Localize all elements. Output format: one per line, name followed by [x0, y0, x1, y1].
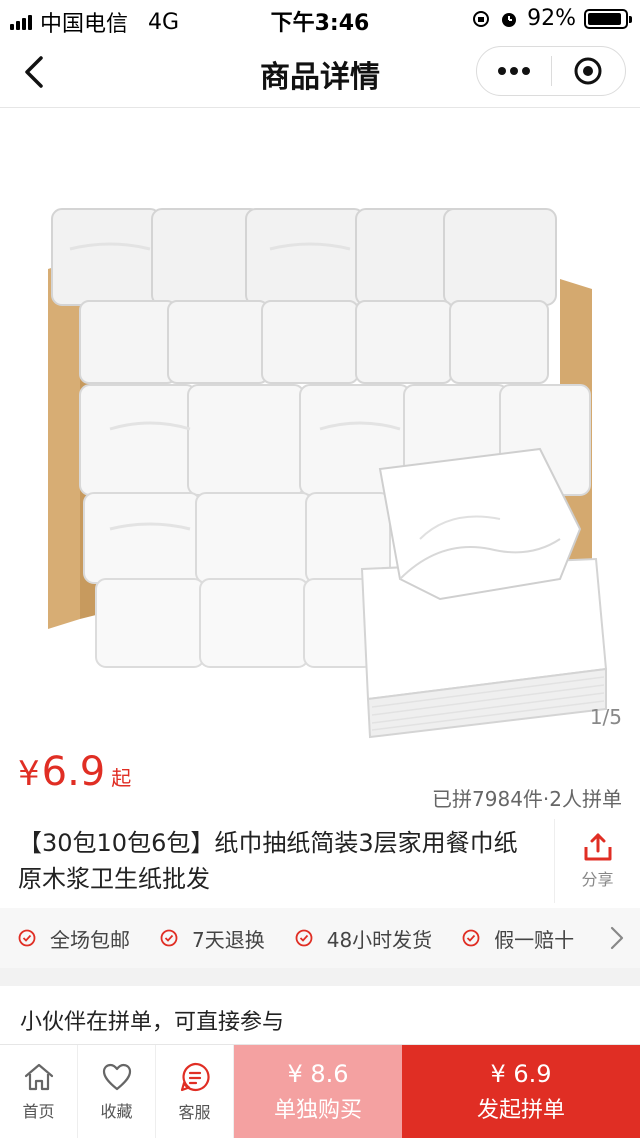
buy-alone-label: 单独购买 — [273, 1098, 362, 1123]
service-guarantees[interactable]: 全场包邮 7天退换 48小时发货 假一赔十 — [0, 908, 640, 968]
buy-alone-button[interactable]: ¥ 8.6 单独购买 — [234, 1045, 402, 1138]
bottom-action-bar: 首页 收藏 客服 ¥ 8.6 单独购买 ¥ 6.9 发起拼单 — [0, 1044, 640, 1138]
more-icon — [497, 67, 530, 75]
tab-customer-service-label: 客服 — [178, 1103, 211, 1122]
battery-percent: 92% — [527, 6, 576, 31]
section-divider — [0, 968, 640, 986]
image-page-indicator: 1/5 — [589, 705, 622, 729]
tab-customer-service[interactable]: 客服 — [156, 1045, 234, 1138]
guarantee-item: 假一赔十 — [462, 924, 574, 953]
start-group-buy-button[interactable]: ¥ 6.9 发起拼单 — [402, 1045, 640, 1138]
sold-count: 已拼7984件·2人拼单 — [432, 787, 622, 811]
check-circle-icon — [160, 929, 178, 947]
price-row: ¥ 6.9 起 已拼7984件·2人拼单 — [0, 741, 640, 815]
heart-icon — [102, 1063, 131, 1091]
chat-icon — [180, 1062, 210, 1092]
share-label: 分享 — [581, 870, 614, 889]
product-image — [48, 208, 608, 739]
buy-alone-price: ¥ 8.6 — [287, 1060, 349, 1088]
title-row: 【30包10包6包】纸巾抽纸简装3层家用餐巾纸原木浆卫生纸批发 分享 — [0, 815, 640, 905]
guarantee-label: 假一赔十 — [494, 927, 575, 952]
tab-favorite-label: 收藏 — [100, 1102, 133, 1121]
price-currency: ¥ — [18, 754, 40, 794]
tab-home-label: 首页 — [22, 1102, 55, 1121]
guarantee-label: 7天退换 — [192, 927, 265, 952]
mini-program-capsule — [476, 46, 626, 96]
check-circle-icon — [18, 929, 36, 947]
share-icon — [584, 833, 611, 861]
share-button[interactable]: 分享 — [554, 819, 640, 903]
group-buy-price: ¥ 6.9 — [490, 1060, 552, 1088]
check-circle-icon — [462, 929, 480, 947]
guarantee-item: 全场包邮 — [18, 924, 130, 953]
tab-home[interactable]: 首页 — [0, 1045, 78, 1138]
price-suffix: 起 — [111, 766, 132, 790]
guarantee-item: 7天退换 — [160, 924, 265, 953]
close-target-icon — [574, 57, 602, 85]
group-buy-section[interactable]: 小伙伴在拼单，可直接参与 — [0, 986, 640, 1044]
guarantee-label: 全场包邮 — [50, 927, 130, 952]
check-circle-icon — [295, 929, 313, 947]
guarantee-item: 48小时发货 — [295, 924, 432, 953]
battery-icon — [584, 8, 632, 29]
chevron-right-icon — [610, 926, 624, 950]
product-title: 【30包10包6包】纸巾抽纸简装3层家用餐巾纸原木浆卫生纸批发 — [18, 829, 518, 893]
more-button[interactable] — [477, 47, 551, 95]
status-bar: 中国电信 4G 下午3:46 92% — [0, 0, 640, 37]
group-buy-label: 发起拼单 — [476, 1098, 565, 1123]
tab-favorite[interactable]: 收藏 — [78, 1045, 156, 1138]
price-amount: 6.9 — [41, 749, 106, 795]
price: ¥ 6.9 起 — [18, 749, 131, 795]
home-icon — [24, 1063, 53, 1091]
status-right: 92% — [471, 6, 632, 31]
guarantee-label: 48小时发货 — [326, 927, 433, 952]
orientation-lock-icon — [473, 10, 490, 27]
nav-bar: 商品详情 — [0, 36, 640, 108]
alarm-icon — [502, 12, 517, 27]
group-buy-label: 小伙伴在拼单，可直接参与 — [20, 1010, 285, 1035]
close-mini-program-button[interactable] — [552, 47, 626, 95]
product-image-gallery[interactable]: 1/5 — [0, 109, 640, 741]
